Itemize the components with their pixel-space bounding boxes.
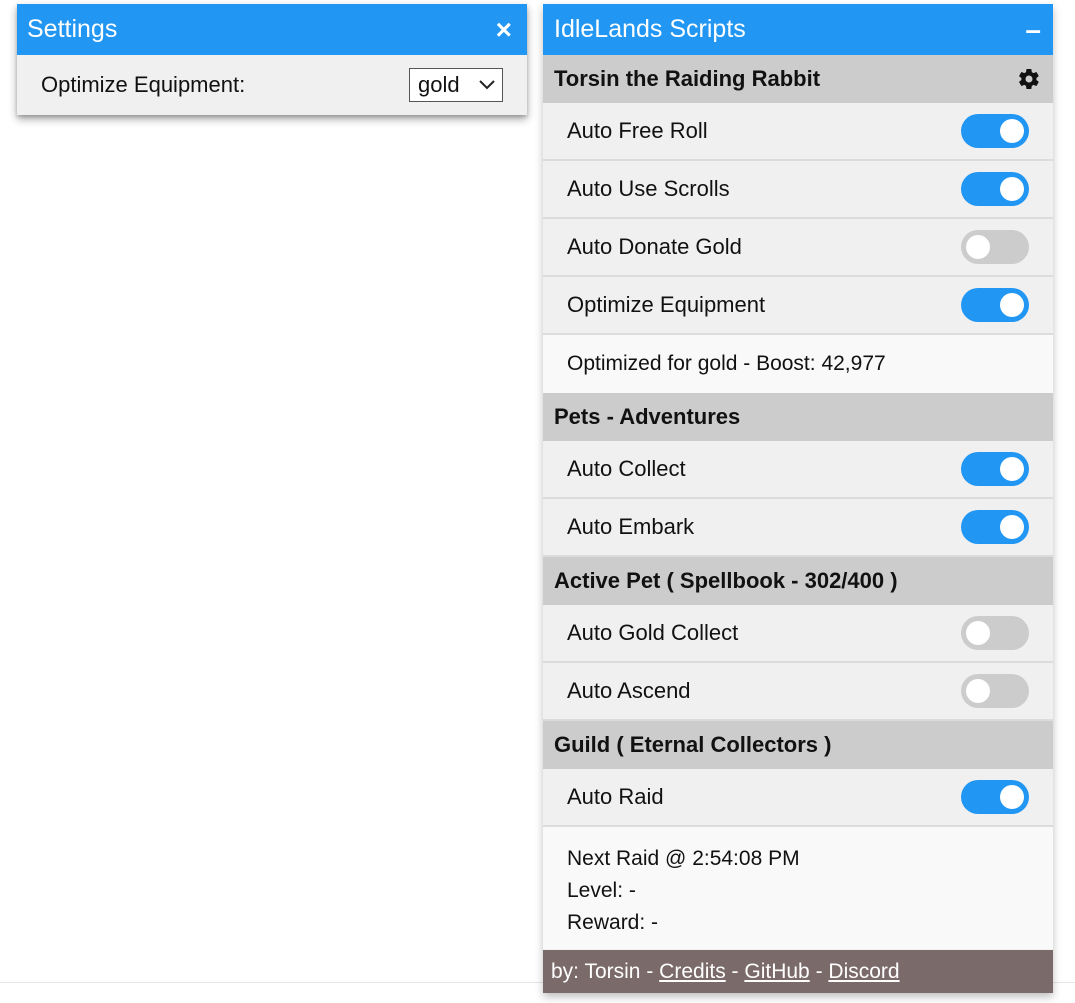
- panel-title: IdleLands Scripts: [554, 15, 746, 43]
- auto-gold-collect-row: Auto Gold Collect: [543, 605, 1053, 663]
- github-link[interactable]: GitHub: [744, 960, 809, 984]
- toggle-label: Auto Use Scrolls: [567, 176, 730, 201]
- optimize-equipment-select[interactable]: gold: [409, 68, 503, 102]
- footer-author: by: Torsin: [551, 959, 641, 983]
- toggle-label: Auto Ascend: [567, 678, 691, 703]
- toggle-label: Auto Embark: [567, 514, 695, 539]
- auto-collect-row: Auto Collect: [543, 441, 1053, 499]
- optimize-equipment-toggle[interactable]: [961, 288, 1029, 322]
- auto-embark-row: Auto Embark: [543, 499, 1053, 557]
- select-value: gold: [418, 72, 460, 97]
- toggle-knob: [966, 235, 990, 259]
- section-title: Active Pet ( Spellbook - 302/400 ): [554, 568, 898, 593]
- settings-title: Settings: [27, 15, 118, 43]
- toggle-label: Auto Gold Collect: [567, 620, 739, 645]
- auto-free-roll-toggle[interactable]: [961, 114, 1029, 148]
- gear-icon[interactable]: [1017, 67, 1041, 91]
- auto-donate-gold-row: Auto Donate Gold: [543, 219, 1053, 277]
- footer: by: Torsin - Credits - GitHub - Discord: [543, 950, 1053, 993]
- auto-embark-toggle[interactable]: [961, 510, 1029, 544]
- raid-level: Level: -: [567, 879, 636, 902]
- settings-panel: Settings × Optimize Equipment: gold: [17, 4, 527, 115]
- toggle-knob: [966, 679, 990, 703]
- optimized-info: Optimized for gold - Boost: 42,977: [543, 335, 1053, 393]
- toggle-knob: [1000, 177, 1024, 201]
- footer-separator: -: [640, 959, 660, 983]
- section-title: Guild ( Eternal Collectors ): [554, 732, 832, 757]
- toggle-knob: [1000, 785, 1024, 809]
- toggle-knob: [1000, 293, 1024, 317]
- toggle-knob: [1000, 457, 1024, 481]
- auto-use-scrolls-row: Auto Use Scrolls: [543, 161, 1053, 219]
- chevron-down-icon: [479, 80, 495, 90]
- raid-reward: Reward: -: [567, 911, 659, 934]
- toggle-knob: [966, 621, 990, 645]
- idlelands-scripts-panel: IdleLands Scripts – Torsin the Raiding R…: [543, 4, 1053, 993]
- discord-link[interactable]: Discord: [828, 960, 899, 984]
- raid-info: Next Raid @ 2:54:08 PM Level: - Reward: …: [543, 827, 1053, 949]
- minimize-icon[interactable]: –: [1025, 15, 1041, 44]
- settings-header: Settings ×: [17, 4, 527, 55]
- toggle-knob: [1000, 119, 1024, 143]
- guild-header: Guild ( Eternal Collectors ): [543, 721, 1053, 769]
- auto-collect-toggle[interactable]: [961, 452, 1029, 486]
- auto-raid-toggle[interactable]: [961, 780, 1029, 814]
- active-pet-header: Active Pet ( Spellbook - 302/400 ): [543, 557, 1053, 605]
- toggle-label: Auto Donate Gold: [567, 234, 742, 259]
- auto-use-scrolls-toggle[interactable]: [961, 172, 1029, 206]
- panel-header: IdleLands Scripts –: [543, 4, 1053, 55]
- character-section-header: Torsin the Raiding Rabbit: [543, 55, 1053, 103]
- auto-ascend-row: Auto Ascend: [543, 663, 1053, 721]
- auto-ascend-toggle[interactable]: [961, 674, 1029, 708]
- pets-adventures-header: Pets - Adventures: [543, 393, 1053, 441]
- optimize-equipment-row: Optimize Equipment: [543, 277, 1053, 335]
- footer-separator: -: [809, 959, 829, 983]
- close-icon[interactable]: ×: [496, 15, 517, 44]
- auto-raid-row: Auto Raid: [543, 769, 1053, 827]
- auto-gold-collect-toggle[interactable]: [961, 616, 1029, 650]
- section-title: Pets - Adventures: [554, 404, 741, 429]
- credits-link[interactable]: Credits: [659, 960, 726, 984]
- auto-free-roll-row: Auto Free Roll: [543, 103, 1053, 161]
- optimize-equipment-label: Optimize Equipment:: [41, 72, 246, 97]
- toggle-label: Optimize Equipment: [567, 292, 766, 317]
- optimize-equipment-setting: Optimize Equipment: gold: [17, 55, 527, 115]
- toggle-label: Auto Collect: [567, 456, 686, 481]
- toggle-label: Auto Raid: [567, 784, 664, 809]
- toggle-label: Auto Free Roll: [567, 118, 708, 143]
- footer-separator: -: [725, 959, 745, 983]
- next-raid-time: Next Raid @ 2:54:08 PM: [567, 847, 800, 870]
- toggle-knob: [1000, 515, 1024, 539]
- auto-donate-gold-toggle[interactable]: [961, 230, 1029, 264]
- character-name: Torsin the Raiding Rabbit: [554, 66, 821, 91]
